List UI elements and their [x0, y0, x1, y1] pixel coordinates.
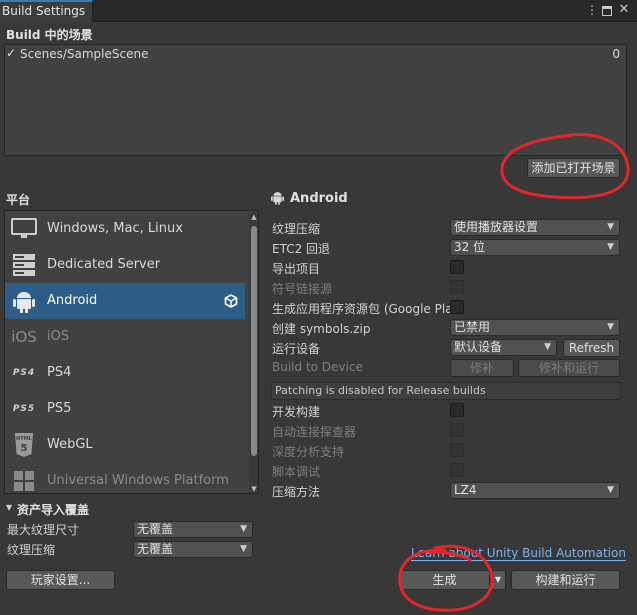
- export-project-label: 导出项目: [272, 262, 321, 276]
- chevron-down-icon: ▼: [607, 242, 614, 252]
- scroll-down-icon[interactable]: ▼: [249, 484, 258, 493]
- android-header-icon: [271, 190, 285, 206]
- server-icon: [11, 253, 37, 277]
- ps4-icon: PS4: [12, 368, 36, 378]
- chevron-down-icon: ▼: [240, 524, 247, 534]
- script-debugging-label: 脚本调试: [272, 465, 321, 479]
- patch-button[interactable]: 修补: [450, 359, 514, 377]
- compression-method-dropdown[interactable]: LZ4 ▼: [450, 482, 620, 499]
- max-texture-size-dropdown[interactable]: 无覆盖 ▼: [133, 521, 253, 538]
- etc2-fallback-dropdown[interactable]: 32 位 ▼: [450, 239, 620, 256]
- patching-disabled-message: Patching is disabled for Release builds: [271, 382, 621, 400]
- chevron-down-icon: ▼: [240, 544, 247, 554]
- platform-scrollbar[interactable]: ▲ ▼: [249, 212, 258, 493]
- compression-method-label: 压缩方法: [272, 485, 321, 499]
- chevron-down-icon: ▼: [494, 575, 502, 584]
- refresh-button[interactable]: Refresh: [563, 339, 620, 357]
- platform-header: 平台: [6, 193, 31, 207]
- android-icon: [11, 289, 37, 313]
- script-debugging-checkbox[interactable]: [450, 463, 464, 477]
- asset-import-overrides-header[interactable]: 资产导入覆盖: [17, 501, 89, 518]
- learn-build-automation-link[interactable]: Learn about Unity Build Automation: [411, 546, 626, 561]
- deep-profiling-label: 深度分析支持: [272, 445, 345, 459]
- platform-label: PS4: [47, 365, 72, 380]
- export-project-checkbox[interactable]: [450, 260, 464, 274]
- scenes-in-build-header: Build 中的场景: [6, 28, 93, 42]
- title-bar: [0, 0, 637, 22]
- android-settings-title: Android: [290, 191, 348, 206]
- ios-icon: iOS: [11, 328, 37, 346]
- build-to-device-label: Build to Device: [272, 360, 363, 374]
- build-options-dropdown[interactable]: ▼: [490, 570, 506, 590]
- ps5-icon: PS5: [12, 404, 36, 414]
- platform-item-ios[interactable]: iOS iOS: [5, 319, 245, 355]
- scroll-thumb[interactable]: [251, 226, 257, 456]
- kebab-menu-icon[interactable]: ⋮: [585, 3, 599, 17]
- platform-label: Universal Windows Platform: [47, 473, 229, 488]
- scene-row[interactable]: ✓ Scenes/SampleScene 0: [5, 45, 626, 64]
- platform-label: Dedicated Server: [47, 257, 161, 272]
- texture-compression-dropdown[interactable]: 使用播放器设置 ▼: [450, 219, 620, 236]
- platform-item-windows-mac-linux[interactable]: Windows, Mac, Linux: [5, 211, 245, 247]
- chevron-down-icon: ▼: [607, 322, 614, 332]
- create-symbols-zip-dropdown[interactable]: 已禁用 ▼: [450, 319, 620, 336]
- scene-name: Scenes/SampleScene: [20, 47, 149, 61]
- foldout-arrow-icon[interactable]: ▼: [6, 503, 12, 512]
- platform-item-uwp[interactable]: Universal Windows Platform: [5, 463, 245, 493]
- patch-and-run-button[interactable]: 修补和运行: [518, 359, 620, 377]
- scroll-up-icon[interactable]: ▲: [249, 212, 258, 222]
- html5-icon: HTML 5: [11, 433, 37, 457]
- symlink-sources-checkbox[interactable]: [450, 280, 464, 294]
- platform-item-ps4[interactable]: PS4 PS4: [5, 355, 245, 391]
- chevron-down-icon: ▼: [607, 222, 614, 232]
- player-settings-button[interactable]: 玩家设置...: [6, 570, 115, 590]
- import-texture-compression-dropdown[interactable]: 无覆盖 ▼: [133, 541, 253, 558]
- monitor-icon: [11, 217, 37, 241]
- autoconnect-profiler-label: 自动连接探查器: [272, 425, 357, 439]
- platform-item-dedicated-server[interactable]: Dedicated Server: [5, 247, 245, 283]
- build-app-bundle-checkbox[interactable]: [450, 300, 464, 314]
- maximize-icon[interactable]: [602, 6, 612, 16]
- platform-item-android[interactable]: Android: [5, 283, 245, 319]
- run-device-label: 运行设备: [272, 342, 321, 356]
- scene-list[interactable]: ✓ Scenes/SampleScene 0: [4, 44, 627, 156]
- platform-label: PS5: [47, 401, 72, 416]
- windows-logo-icon: [11, 469, 37, 493]
- svg-text:5: 5: [21, 443, 28, 454]
- build-and-run-button[interactable]: 构建和运行: [511, 570, 620, 590]
- platform-label: Windows, Mac, Linux: [47, 221, 183, 236]
- symlink-sources-label: 符号链接源: [272, 282, 333, 296]
- chevron-down-icon: ▼: [607, 485, 614, 495]
- build-button[interactable]: 生成: [399, 570, 490, 590]
- unity-logo-icon: [224, 294, 238, 308]
- platform-label: WebGL: [47, 437, 93, 452]
- development-build-checkbox[interactable]: [450, 403, 464, 417]
- texture-compression-label: 纹理压缩: [272, 222, 321, 236]
- svg-text:HTML: HTML: [16, 436, 33, 442]
- scene-checkbox[interactable]: ✓: [6, 47, 19, 60]
- max-texture-size-label: 最大纹理尺寸: [7, 523, 80, 537]
- run-device-dropdown[interactable]: 默认设备 ▼: [450, 339, 557, 356]
- create-symbols-zip-label: 创建 symbols.zip: [272, 322, 371, 336]
- autoconnect-profiler-checkbox[interactable]: [450, 423, 464, 437]
- platform-list[interactable]: Windows, Mac, Linux Dedicated Server And…: [4, 210, 259, 494]
- platform-item-ps5[interactable]: PS5 PS5: [5, 391, 245, 427]
- etc2-fallback-label: ETC2 回退: [272, 242, 331, 256]
- close-icon[interactable]: ✕: [617, 3, 631, 17]
- development-build-label: 开发构建: [272, 405, 321, 419]
- add-open-scenes-button[interactable]: 添加已打开场景: [527, 158, 620, 178]
- platform-item-webgl[interactable]: HTML 5 WebGL: [5, 427, 245, 463]
- build-app-bundle-label: 生成应用程序资源包 (Google Play): [272, 302, 450, 316]
- import-texture-compression-label: 纹理压缩: [7, 543, 56, 557]
- window-tab[interactable]: Build Settings: [0, 0, 93, 22]
- chevron-down-icon: ▼: [544, 342, 551, 352]
- platform-label: iOS: [47, 329, 70, 344]
- platform-label: Android: [47, 293, 98, 308]
- scene-index: 0: [612, 47, 620, 61]
- deep-profiling-checkbox[interactable]: [450, 443, 464, 457]
